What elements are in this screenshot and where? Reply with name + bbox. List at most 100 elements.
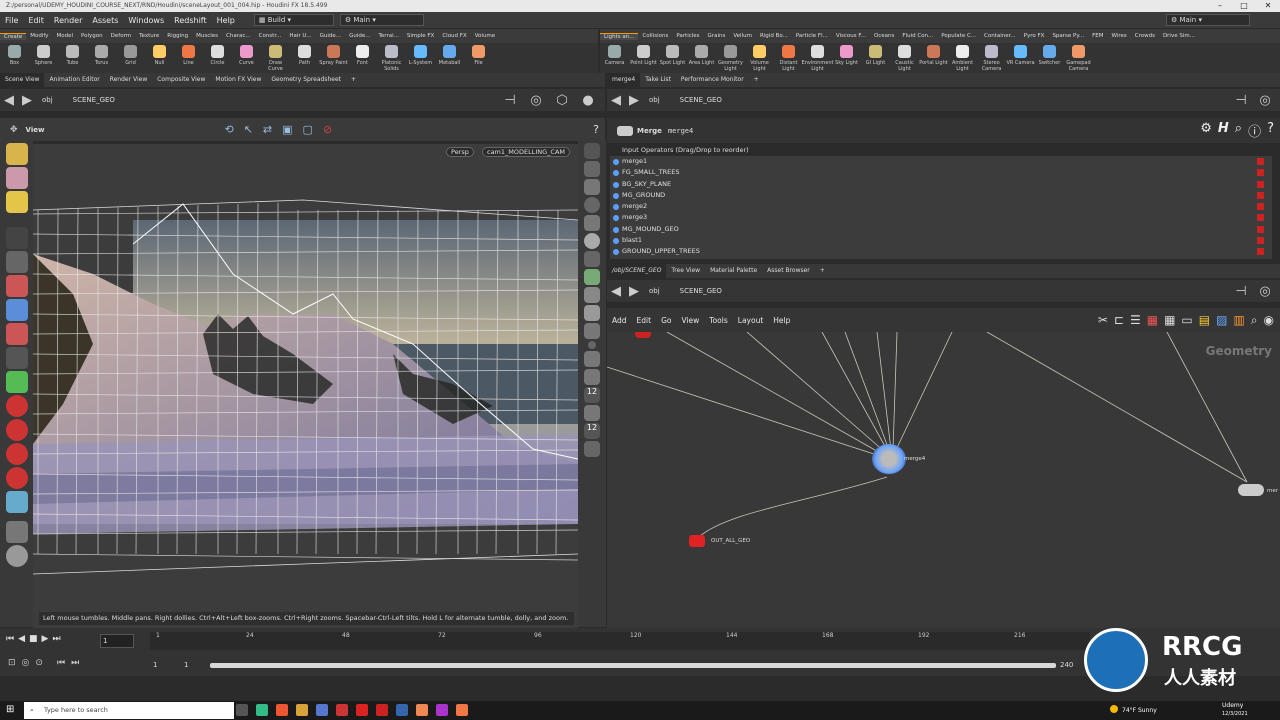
opera-icon[interactable] xyxy=(356,704,368,716)
input-operator-row[interactable]: blast1 xyxy=(610,235,1272,246)
realtime-icon[interactable]: ⊙ xyxy=(35,658,43,668)
bucket-icon[interactable] xyxy=(584,405,600,421)
menu-render[interactable]: Render xyxy=(49,16,87,25)
remove-input-icon[interactable] xyxy=(1257,191,1264,199)
merge-node[interactable] xyxy=(872,444,906,474)
audio-icon[interactable]: ◎ xyxy=(22,658,30,668)
display-options-icon[interactable] xyxy=(584,305,600,321)
net-tools-icon[interactable]: ✂ xyxy=(1098,313,1108,328)
point-icon[interactable] xyxy=(588,341,596,349)
out-node[interactable] xyxy=(689,535,705,547)
shelf-tab-simple-fx[interactable]: Simple FX xyxy=(403,33,438,39)
net-menu-go[interactable]: Go xyxy=(656,316,676,325)
shelf-tab-oceans[interactable]: Oceans xyxy=(870,33,898,39)
edge-mode-icon[interactable] xyxy=(5,167,28,189)
brush-icon[interactable] xyxy=(5,521,28,543)
snap-icon[interactable] xyxy=(5,491,28,513)
shelf-tab-viscous-f-[interactable]: Viscous F... xyxy=(832,33,870,39)
tab-asset-browser[interactable]: Asset Browser xyxy=(762,264,815,278)
bones-icon[interactable] xyxy=(584,215,600,231)
shelf-tab-wires[interactable]: Wires xyxy=(1107,33,1130,39)
tab-scene-view[interactable]: Scene View xyxy=(0,73,45,87)
net-box-icon[interactable]: ▥ xyxy=(1233,313,1244,328)
transform-tool-icon[interactable]: ⇄ xyxy=(263,123,272,136)
app-icon-1[interactable] xyxy=(316,704,328,716)
tool-file[interactable]: File xyxy=(464,43,493,73)
shelf-tab-polygon[interactable]: Polygon xyxy=(77,33,107,39)
remove-input-icon[interactable] xyxy=(1257,169,1264,177)
key-next-icon[interactable]: ⏭ xyxy=(71,658,79,668)
tab-take-list[interactable]: Take List xyxy=(640,73,676,87)
param-back-icon[interactable]: ◀ xyxy=(607,93,625,108)
shelf-tab-texture[interactable]: Texture xyxy=(135,33,163,39)
shelf-tab-guide-[interactable]: Guide... xyxy=(316,33,345,39)
net-path-geo[interactable]: SCENE_GEO xyxy=(680,287,722,295)
net-pin-icon[interactable]: ⊣ xyxy=(1232,284,1250,299)
shelf-set-right-dropdown[interactable]: ⚙ Main ▾ xyxy=(1166,14,1250,26)
net-eye-icon[interactable]: ◉ xyxy=(1264,313,1274,328)
shelf-tab-lights-an-[interactable]: Lights an... xyxy=(600,32,639,40)
shelf-set-dropdown[interactable]: ⚙ Main ▾ xyxy=(339,14,424,26)
shelf-tab-hair-u-[interactable]: Hair U... xyxy=(285,33,315,39)
jump-end-icon[interactable]: ⏭ xyxy=(52,634,60,644)
select-tool-icon[interactable]: ↖ xyxy=(244,123,253,136)
shelf-tab-create[interactable]: Create xyxy=(0,32,27,40)
light-tool-environment-light[interactable]: Environment Light xyxy=(802,43,833,73)
menu-assets[interactable]: Assets xyxy=(87,16,123,25)
shelf-tab-grains[interactable]: Grains xyxy=(704,33,730,39)
stop-play-icon[interactable]: ■ xyxy=(29,634,38,644)
app-icon-3[interactable] xyxy=(376,704,388,716)
net-list-icon[interactable]: ☰ xyxy=(1130,313,1141,328)
shelf-tab-terrai-[interactable]: Terrai... xyxy=(374,33,402,39)
pen-icon[interactable] xyxy=(584,351,600,367)
net-tree-icon[interactable]: ⊏ xyxy=(1114,313,1124,328)
playback-start-field[interactable]: 1 xyxy=(184,661,188,669)
shelf-tab-fem[interactable]: FEM xyxy=(1088,33,1107,39)
shelf-tab-particles[interactable]: Particles xyxy=(672,33,703,39)
network-editor[interactable]: Geometry merge4 OUT_ALL_GEO mer xyxy=(607,332,1280,628)
shelf-tab-pyro-fx[interactable]: Pyro FX xyxy=(1020,33,1049,39)
light-tool-geometry-light[interactable]: Geometry Light xyxy=(716,43,745,73)
light-tool-volume-light[interactable]: Volume Light xyxy=(745,43,774,73)
render-region-icon[interactable]: ▣ xyxy=(282,123,292,136)
magnet-icon-3[interactable] xyxy=(5,443,28,465)
net-search-icon[interactable]: ⌕ xyxy=(1251,313,1258,328)
disable-icon[interactable] xyxy=(584,197,600,213)
range-slider[interactable] xyxy=(210,663,1056,668)
tool-draw-curve[interactable]: Draw Curve xyxy=(261,43,290,73)
param-target-icon[interactable]: ◎ xyxy=(1256,93,1274,108)
visibility-icon[interactable] xyxy=(584,323,600,339)
net-forward-icon[interactable]: ▶ xyxy=(625,284,643,299)
tab-composite-view[interactable]: Composite View xyxy=(152,73,210,87)
jump-start-icon[interactable]: ⏮ xyxy=(6,634,14,644)
shelf-tab-charac-[interactable]: Charac... xyxy=(222,33,255,39)
twelve-2-icon[interactable]: 12 xyxy=(584,423,600,439)
light-icon[interactable] xyxy=(584,251,600,267)
shelf-tab-collisions[interactable]: Collisions xyxy=(638,33,672,39)
add-param-tab-icon[interactable]: + xyxy=(749,73,764,87)
range-end-field[interactable]: 240 xyxy=(1060,661,1073,669)
app-icon-2[interactable] xyxy=(336,704,348,716)
tab-render-view[interactable]: Render View xyxy=(105,73,153,87)
param-forward-icon[interactable]: ▶ xyxy=(625,93,643,108)
ghost-icon[interactable] xyxy=(584,233,600,249)
minimize-icon[interactable]: – xyxy=(1208,0,1232,12)
tool-font[interactable]: Font xyxy=(348,43,377,73)
remove-input-icon[interactable] xyxy=(1257,214,1264,222)
net-grid-icon[interactable]: ▦ xyxy=(1164,313,1175,328)
net-menu-layout[interactable]: Layout xyxy=(733,316,769,325)
shelf-tab-container-[interactable]: Container... xyxy=(980,33,1020,39)
input-operator-row[interactable]: FG_SMALL_TREES xyxy=(610,167,1272,178)
tab-geometry-spreadsheet[interactable]: Geometry Spreadsheet xyxy=(266,73,346,87)
app-icon-5[interactable] xyxy=(436,704,448,716)
magnet-icon-4[interactable] xyxy=(5,467,28,489)
tool-path[interactable]: Path xyxy=(290,43,319,73)
net-back-icon[interactable]: ◀ xyxy=(607,284,625,299)
input-operator-row[interactable]: MG_MOUND_GEO xyxy=(610,224,1272,235)
shading-icon[interactable] xyxy=(584,161,600,177)
rotate-tool-icon[interactable] xyxy=(5,299,28,321)
net-window-icon[interactable]: ▭ xyxy=(1181,313,1192,328)
input-operator-row[interactable]: merge1 xyxy=(610,156,1272,167)
shelf-tab-model[interactable]: Model xyxy=(53,33,78,39)
handle-tool-icon[interactable]: ⟲ xyxy=(224,123,233,136)
